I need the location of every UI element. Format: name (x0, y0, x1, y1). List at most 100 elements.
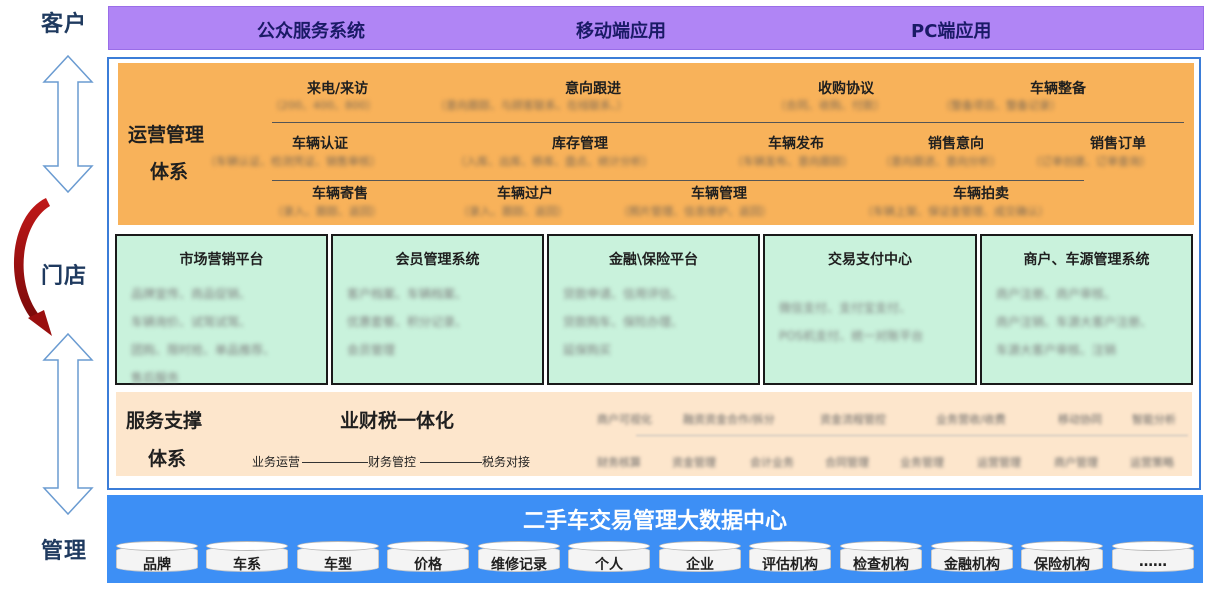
data-center-title: 二手车交易管理大数据中心 (522, 509, 787, 534)
database-icon (478, 541, 560, 551)
ops-item-title: 车辆拍卖 (953, 186, 1009, 202)
ops-item-desc: （意向跟踪、与顾客联系、在线联系、） (435, 99, 628, 112)
ops-item-title: 销售意向 (928, 136, 984, 152)
card-line: 售后服务 (131, 371, 180, 385)
card-title: 交易支付中心 (828, 252, 912, 268)
card-line: 贷款申请、信用评估、 (563, 287, 684, 301)
database-label: 车系 (233, 557, 261, 573)
ops-item-title: 收购协议 (818, 81, 874, 97)
database-label: 保险机构 (1034, 557, 1090, 573)
database-item[interactable]: 车型 (297, 541, 379, 575)
card-line: 车辆询价、试驾试驾、 (131, 315, 252, 329)
ops-item-title: 车辆认证 (292, 136, 348, 152)
ops-item-desc: （入库、出库、移库、盘点、统计分析） (455, 155, 653, 168)
database-label: 价格 (414, 557, 442, 573)
database-label: 企业 (686, 557, 714, 573)
ops-item-title: 车辆管理 (691, 186, 747, 202)
database-item[interactable]: 个人 (568, 541, 650, 575)
card-desc: 商户注册、商户审核、 商户注销、车源大客户注册、 车源大客户审核、注销 (996, 280, 1183, 364)
database-item[interactable]: 维修记录 (478, 541, 560, 575)
svc-grid-item: 移动协同 (1058, 413, 1102, 426)
svc-grid-item: 财务核算 (597, 456, 641, 469)
ops-item-title: 车辆寄售 (312, 186, 368, 202)
flow-step: 财务管控 (368, 455, 417, 469)
svc-grid-item: 合同管理 (825, 456, 869, 469)
database-icon (297, 541, 379, 551)
marketing-platform-card[interactable]: 市场营销平台 品牌宣传、商品促销、 车辆询价、试驾试驾、 团购、限时抢、单品推荐… (115, 234, 328, 385)
database-icon (568, 541, 650, 551)
card-line: 贷款购车、保险办理、 (563, 315, 684, 329)
ops-item-desc: （车辆认证、检测凭证、销售审核） (205, 155, 381, 168)
database-item[interactable]: 评估机构 (749, 541, 831, 575)
flow-step: 税务对接 (482, 455, 531, 469)
card-desc: 品牌宣传、商品促销、 车辆询价、试驾试驾、 团购、限时抢、单品推荐、 售后服务 (131, 280, 318, 392)
ops-item-desc: （整备项目、整备记录） (940, 99, 1061, 112)
card-desc: 客户档案、车辆档案、 优惠套餐、积分记录、 会员管理 (347, 280, 534, 364)
ops-item-desc: （订单创建、订单查询） (1030, 155, 1151, 168)
ops-item-title: 车辆发布 (768, 136, 824, 152)
ops-item-desc: （意向跟进、意向分析） (880, 155, 1001, 168)
member-system-card[interactable]: 会员管理系统 客户档案、车辆档案、 优惠套餐、积分记录、 会员管理 (331, 234, 544, 385)
ops-item-desc: （车辆上架、保证金管理、成交确认） (862, 205, 1049, 218)
ops-item-desc: （200、400、800） (270, 99, 377, 112)
card-line: 商户注册、商户审核、 (996, 287, 1117, 301)
svc-grid-item: 融资资金合作/拆分 (683, 413, 775, 426)
svc-grid-item: 商户可视化 (597, 413, 652, 426)
card-line: POS机支付、统一对账平台 (779, 329, 924, 343)
svc-title-line1: 服务支撑 (126, 410, 203, 432)
database-label: 车型 (324, 557, 352, 573)
database-icon (206, 541, 288, 551)
svc-grid-item: 商户管理 (1054, 456, 1098, 469)
card-title: 金融\保险平台 (608, 252, 699, 268)
database-label: …… (1139, 554, 1167, 570)
card-line: 微信支付、支付宝支付、 (779, 301, 912, 315)
svc-grid-item: 业务管理 (900, 456, 944, 469)
database-item[interactable]: 检查机构 (840, 541, 922, 575)
svc-grid-item: 会计业务 (750, 456, 794, 469)
database-item[interactable]: 品牌 (116, 541, 198, 575)
ops-item-title: 来电/来访 (307, 81, 369, 97)
ops-title-line1: 运营管理 (128, 124, 205, 146)
finance-insurance-card[interactable]: 金融\保险平台 贷款申请、信用评估、 贷款购车、保险办理、 延保购买 (547, 234, 760, 385)
card-line: 商户注销、车源大客户注册、 (996, 315, 1153, 329)
database-item[interactable]: 金融机构 (931, 541, 1013, 575)
card-line: 品牌宣传、商品促销、 (131, 287, 252, 301)
svc-grid-item: 智能分析 (1132, 413, 1176, 426)
card-title: 商户、车源管理系统 (1023, 252, 1150, 268)
database-label: 金融机构 (944, 557, 1000, 573)
ops-item-title: 销售订单 (1090, 136, 1146, 152)
ops-divider (272, 180, 1084, 181)
ops-item-title: 车辆过户 (497, 186, 553, 202)
mobile-app[interactable]: 移动端应用 (576, 17, 666, 43)
double-arrow-bottom-icon (42, 332, 94, 516)
double-arrow-top-icon (42, 54, 94, 194)
pc-app[interactable]: PC端应用 (911, 17, 991, 43)
client-channels-bar: 公众服务系统 移动端应用 PC端应用 (108, 6, 1204, 50)
database-item[interactable]: …… (1112, 541, 1194, 575)
database-item[interactable]: 保险机构 (1021, 541, 1103, 575)
curved-arrow-icon (13, 198, 52, 336)
merchant-source-card[interactable]: 商户、车源管理系统 商户注册、商户审核、 商户注销、车源大客户注册、 车源大客户… (980, 234, 1193, 385)
database-item[interactable]: 企业 (659, 541, 741, 575)
flow-connector (420, 462, 482, 463)
integration-title: 业财税一体化 (340, 410, 455, 432)
database-label: 品牌 (143, 557, 171, 573)
side-arrows (13, 54, 94, 516)
svc-grid-item: 运营策略 (1130, 456, 1174, 469)
card-line: 团购、限时抢、单品推荐、 (131, 343, 276, 357)
svc-grid-item: 资金管理 (672, 456, 716, 469)
svc-title-line2: 体系 (148, 448, 187, 470)
ops-item-desc: （录入、跟踪、返回） (458, 205, 568, 218)
database-label: 维修记录 (491, 557, 547, 573)
card-desc: 微信支付、支付宝支付、 POS机支付、统一对账平台 (779, 294, 967, 350)
svc-divider (636, 435, 1188, 436)
public-service-system[interactable]: 公众服务系统 (257, 17, 365, 43)
database-label: 检查机构 (853, 557, 909, 573)
card-line: 车源大客户审核、注销 (996, 343, 1117, 357)
database-label: 评估机构 (762, 557, 818, 573)
card-line: 优惠套餐、积分记录、 (347, 315, 468, 329)
payment-center-card[interactable]: 交易支付中心 微信支付、支付宝支付、 POS机支付、统一对账平台 (763, 234, 977, 385)
ops-item-title: 库存管理 (552, 136, 608, 152)
database-item[interactable]: 车系 (206, 541, 288, 575)
database-item[interactable]: 价格 (387, 541, 469, 575)
